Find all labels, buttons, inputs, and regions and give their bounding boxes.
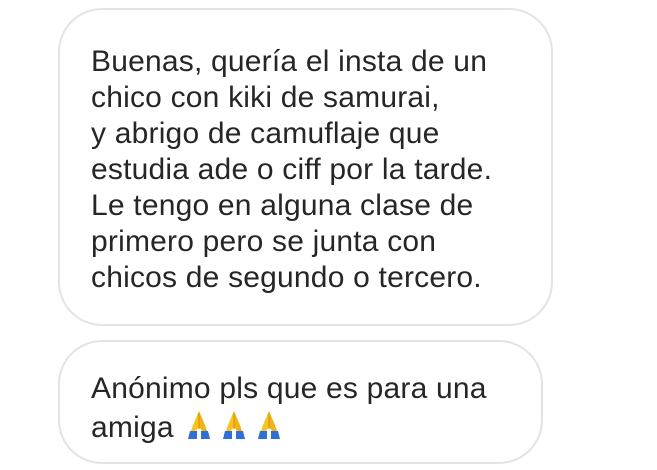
message-line: Buenas, quería el insta de un (91, 45, 488, 78)
message-line: estudia ade o ciff por la tarde. (91, 153, 493, 186)
folded-hands-icon (187, 411, 210, 439)
message-line: y abrigo de camuflaje que (91, 117, 440, 150)
folded-hands-icon (257, 411, 280, 439)
emoji-group (182, 407, 287, 441)
message-bubble[interactable]: Buenas, quería el insta de un chico con … (58, 8, 553, 326)
message-line: primero pero se junta con (91, 225, 437, 258)
message-text: amiga (91, 411, 174, 444)
message-line: amiga (91, 407, 521, 446)
message-line: Anónimo pls que es para una (91, 372, 487, 405)
message-bubble[interactable]: Anónimo pls que es para una amiga (58, 340, 543, 464)
folded-hands-icon (222, 411, 245, 439)
message-line: chicos de segundo o tercero. (91, 261, 482, 294)
message-line: chico con kiki de samurai, (91, 81, 440, 114)
message-line: Le tengo en alguna clase de (91, 189, 474, 222)
message-thread: Buenas, quería el insta de un chico con … (0, 0, 657, 470)
